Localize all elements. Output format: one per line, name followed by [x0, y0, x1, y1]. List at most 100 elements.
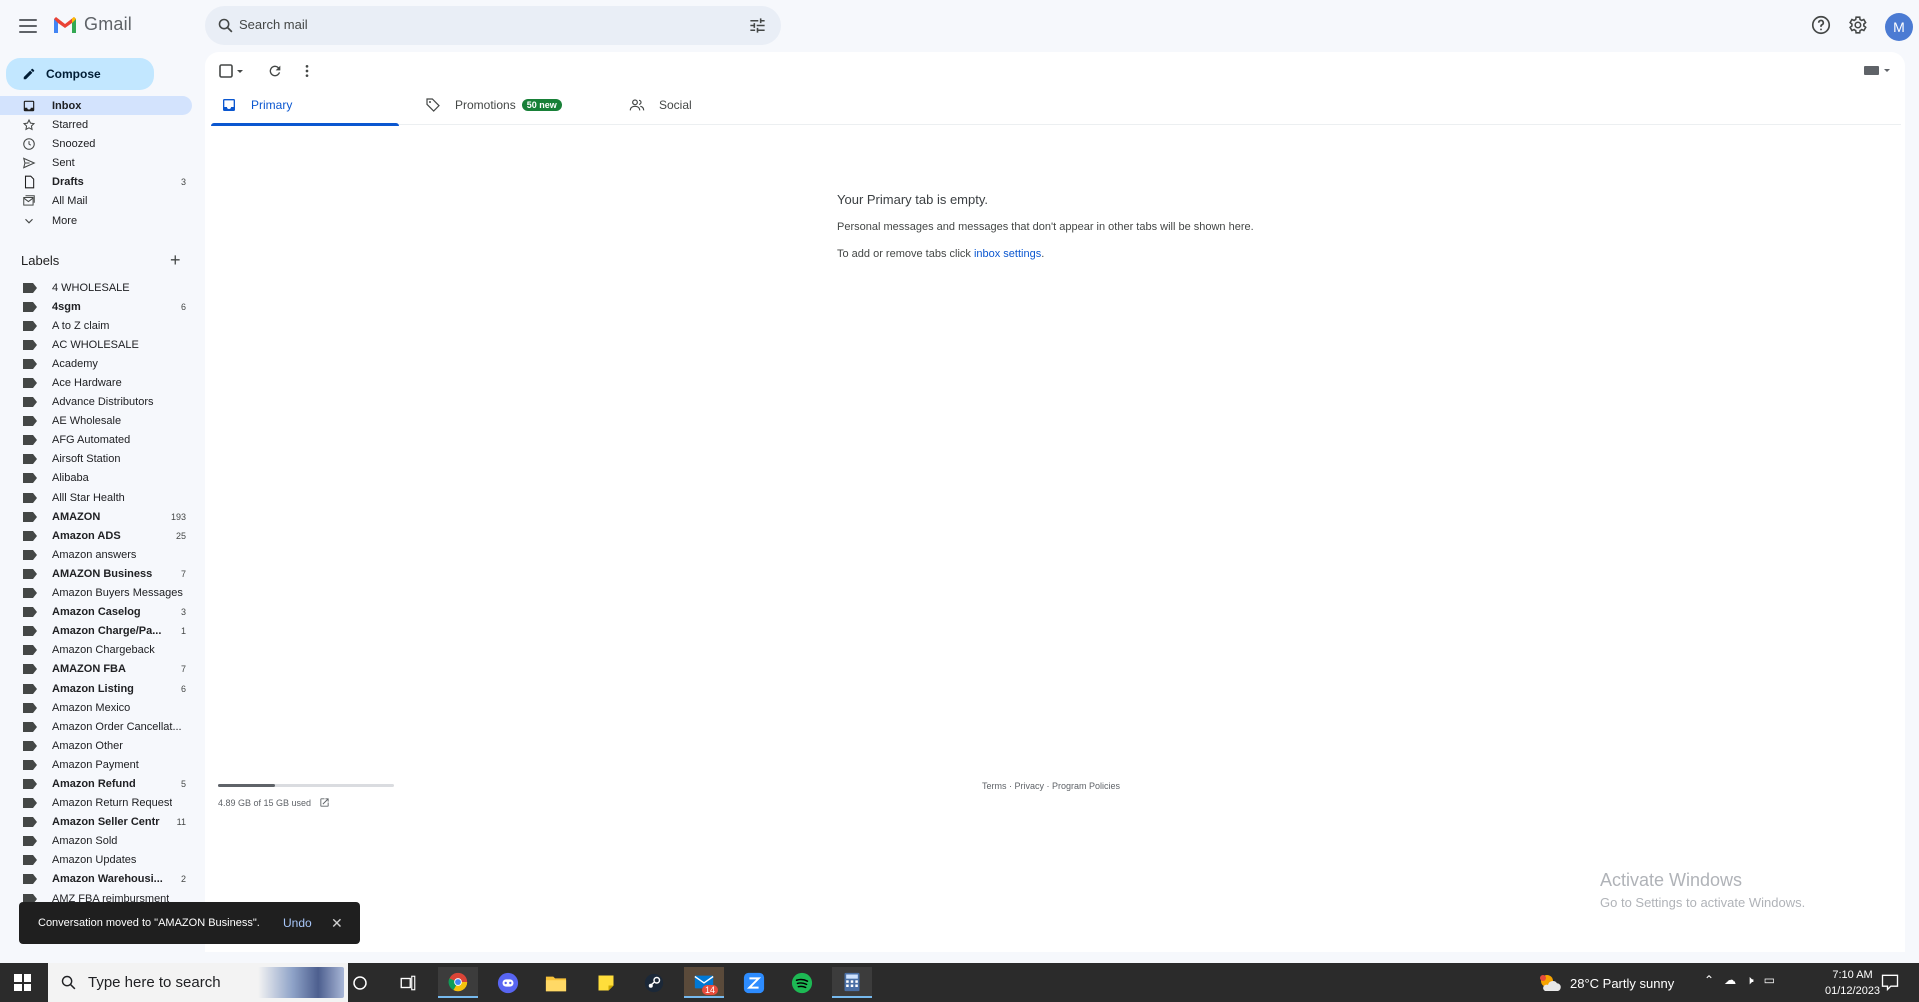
label-tag-icon: [23, 358, 37, 369]
taskbar-search-input[interactable]: Type here to search: [88, 974, 221, 991]
help-icon[interactable]: [1810, 14, 1832, 36]
label-item[interactable]: Amazon Return Request: [0, 794, 192, 813]
label-item[interactable]: Amazon Refund 5: [0, 774, 192, 793]
label-item[interactable]: Ace Hardware: [0, 373, 192, 392]
sidebar-item-starred[interactable]: Starred: [0, 115, 192, 134]
label-tag-icon: [23, 721, 37, 732]
mail-app-icon[interactable]: 14: [684, 967, 724, 998]
watermark-subtitle: Go to Settings to activate Windows.: [1600, 895, 1806, 910]
label-item[interactable]: Amazon Updates: [0, 851, 192, 870]
cortana-icon[interactable]: [340, 967, 380, 998]
terms-link[interactable]: Terms: [982, 781, 1007, 791]
steam-icon[interactable]: [634, 967, 674, 998]
refresh-icon[interactable]: [267, 63, 283, 79]
label-item[interactable]: Amazon Buyers Messages: [0, 584, 192, 603]
gmail-logo[interactable]: Gmail: [52, 14, 132, 35]
label-item[interactable]: AMAZON 193: [0, 507, 192, 526]
label-name: 4 WHOLESALE: [52, 281, 130, 294]
weather-text: 28°C Partly sunny: [1570, 975, 1675, 991]
sidebar-item-drafts[interactable]: Drafts 3: [0, 173, 192, 192]
spotify-icon[interactable]: [782, 967, 822, 998]
label-item[interactable]: AC WHOLESALE: [0, 335, 192, 354]
compose-label: Compose: [46, 67, 101, 81]
label-item[interactable]: Amazon Charge/Pa... 1: [0, 622, 192, 641]
label-item[interactable]: Amazon Payment: [0, 755, 192, 774]
zoom-icon[interactable]: [734, 967, 774, 998]
search-bar[interactable]: Search mail: [205, 6, 781, 45]
add-label-button[interactable]: +: [170, 250, 181, 271]
volume-icon[interactable]: 🕨: [1746, 973, 1754, 988]
sidebar-item-inbox[interactable]: Inbox: [0, 96, 192, 115]
label-name: Amazon ADS: [52, 529, 121, 542]
storage-meter: [218, 784, 394, 787]
label-item[interactable]: Alibaba: [0, 469, 192, 488]
label-item[interactable]: AE Wholesale: [0, 412, 192, 431]
discord-icon[interactable]: [488, 967, 528, 998]
program-policies-link[interactable]: Program Policies: [1052, 781, 1120, 791]
label-name: Airsoft Station: [52, 453, 121, 466]
sidebar-item-all-mail[interactable]: All Mail: [0, 192, 192, 211]
show-hidden-icons-chevron-icon[interactable]: ⌃: [1704, 973, 1714, 988]
label-item[interactable]: Amazon Warehousi... 2: [0, 870, 192, 889]
clock[interactable]: 7:10 AM 01/12/2023: [1825, 967, 1880, 999]
search-input[interactable]: Search mail: [239, 17, 308, 32]
taskbar-search[interactable]: Type here to search: [48, 963, 348, 1002]
undo-button[interactable]: Undo: [283, 916, 312, 930]
label-item[interactable]: Amazon Seller Centr 11: [0, 813, 192, 832]
label-item[interactable]: Advance Distributors: [0, 393, 192, 412]
task-view-icon[interactable]: [388, 967, 428, 998]
search-options-icon[interactable]: [748, 16, 767, 35]
chrome-icon[interactable]: [438, 967, 478, 998]
close-icon[interactable]: ✕: [331, 915, 343, 932]
label-item[interactable]: Amazon Sold: [0, 832, 192, 851]
sticky-notes-icon[interactable]: [586, 967, 626, 998]
windows-start-icon[interactable]: [14, 974, 31, 991]
label-item[interactable]: Amazon Order Cancellat...: [0, 717, 192, 736]
label-item[interactable]: Amazon Chargeback: [0, 641, 192, 660]
notifications-icon[interactable]: [1880, 972, 1900, 992]
label-item[interactable]: Airsoft Station: [0, 450, 192, 469]
label-item[interactable]: Amazon ADS 25: [0, 526, 192, 545]
label-item[interactable]: AFG Automated: [0, 431, 192, 450]
label-item[interactable]: Amazon Other: [0, 736, 192, 755]
inbox-settings-link[interactable]: inbox settings: [974, 248, 1041, 260]
calculator-icon[interactable]: [832, 967, 872, 998]
network-icon[interactable]: ☁: [1724, 973, 1736, 988]
label-item[interactable]: 4 WHOLESALE: [0, 278, 192, 297]
file-explorer-icon[interactable]: [536, 967, 576, 998]
inbox-icon: [22, 99, 36, 113]
main-menu-button[interactable]: [16, 14, 40, 38]
settings-gear-icon[interactable]: [1846, 14, 1868, 36]
label-item[interactable]: 4sgm 6: [0, 297, 192, 316]
label-item[interactable]: Alll Star Health: [0, 488, 192, 507]
compose-button[interactable]: Compose: [6, 58, 154, 90]
weather-widget[interactable]: 28°C Partly sunny: [1538, 973, 1674, 993]
label-tag-icon: [23, 549, 37, 560]
privacy-link[interactable]: Privacy: [1015, 781, 1045, 791]
label-item[interactable]: A to Z claim: [0, 316, 192, 335]
account-avatar[interactable]: M: [1885, 13, 1913, 41]
label-name: A to Z claim: [52, 319, 110, 332]
battery-icon[interactable]: ▭: [1764, 973, 1775, 988]
tab-primary[interactable]: Primary: [210, 85, 400, 126]
label-item[interactable]: Amazon Listing 6: [0, 679, 192, 698]
tab-social[interactable]: Social: [629, 85, 692, 125]
label-unread-count: 6: [180, 301, 186, 312]
label-item[interactable]: Amazon Caselog 3: [0, 603, 192, 622]
search-icon[interactable]: [217, 17, 234, 34]
sidebar-item-more[interactable]: More: [0, 211, 192, 230]
sidebar-item-sent[interactable]: Sent: [0, 154, 192, 173]
tab-label: Social: [659, 98, 692, 112]
label-item[interactable]: AMAZON Business 7: [0, 564, 192, 583]
input-tools-keyboard-icon[interactable]: [1863, 64, 1893, 76]
label-item[interactable]: Academy: [0, 354, 192, 373]
empty-state: Your Primary tab is empty. Personal mess…: [837, 192, 1254, 275]
tab-promotions[interactable]: Promotions 50 new: [425, 85, 562, 125]
select-all-checkbox-icon[interactable]: [219, 64, 245, 78]
label-item[interactable]: Amazon answers: [0, 545, 192, 564]
open-external-icon[interactable]: [319, 797, 330, 808]
label-item[interactable]: Amazon Mexico: [0, 698, 192, 717]
label-item[interactable]: AMAZON FBA 7: [0, 660, 192, 679]
sidebar-item-snoozed[interactable]: Snoozed: [0, 134, 192, 153]
more-options-icon[interactable]: [299, 63, 315, 79]
